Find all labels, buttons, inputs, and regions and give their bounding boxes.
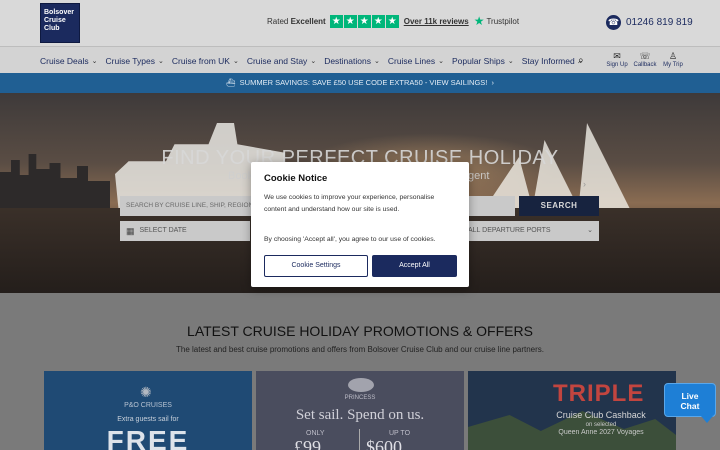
dialog-text: We use cookies to improve your experienc…	[264, 194, 435, 213]
nav-item-cruise-and-stay[interactable]: Cruise and Stay ⌄	[247, 56, 316, 66]
chevron-down-icon: ⌄	[438, 58, 444, 65]
search-icon[interactable]: ⌕	[578, 55, 584, 66]
select-date-field[interactable]: ▦ SELECT DATE	[120, 221, 250, 241]
nav-item-cruise-lines[interactable]: Cruise Lines ⌄	[388, 56, 444, 66]
chevron-down-icon: ⌄	[91, 58, 98, 65]
promo-card-princess[interactable]: PRINCESS Set sail. Spend on us. ONLY UP …	[256, 371, 464, 450]
promo-banner[interactable]: ⛴ SUMMER SAVINGS: SAVE £50 USE CODE EXTR…	[0, 73, 720, 93]
nav-item-destinations[interactable]: Destinations ⌄	[324, 56, 380, 66]
accept-all-button[interactable]: Accept All	[372, 255, 457, 277]
section-subtitle: The latest and best cruise promotions an…	[175, 345, 545, 354]
site-logo[interactable]: Bolsover Cruise Club	[40, 3, 80, 43]
nav-item-cruise-types[interactable]: Cruise Types ⌄	[106, 56, 164, 66]
logo-text: Bolsover Cruise Club	[44, 9, 74, 32]
site-header: Bolsover Cruise Club Rated Excellent ★ ★…	[0, 0, 720, 46]
star-icon: ★	[329, 14, 343, 28]
dialog-title: Cookie Notice	[264, 173, 328, 184]
promotions-section: LATEST CRUISE HOLIDAY PROMOTIONS & OFFER…	[0, 293, 720, 450]
phone-link[interactable]: ☎ 01246 819 819	[606, 15, 693, 30]
chevron-down-icon: ⌄	[373, 58, 380, 65]
promo-card-po-cruises[interactable]: ✺ P&O CRUISES Extra guests sail for FREE	[44, 371, 252, 450]
card-price-2: $600	[366, 437, 402, 450]
nav-utility-icons: ✉ Sign Up ☏ Callback ♙ My Trip	[604, 50, 688, 68]
card-subheadline: Cruise Club Cashback	[556, 410, 646, 420]
trustpilot-rating[interactable]: Rated Excellent ★ ★ ★ ★ ★ Over 11k revie…	[267, 14, 519, 28]
nav-item-popular-ships[interactable]: Popular Ships ⌄	[452, 56, 514, 66]
star-icon: ★	[343, 14, 357, 28]
hero-next-arrow-icon[interactable]: ›	[583, 179, 586, 189]
card-label-only: ONLY	[306, 430, 325, 437]
rating-label: Rated Excellent	[267, 16, 326, 26]
nav-item-cruise-from-uk[interactable]: Cruise from UK ⌄	[172, 56, 239, 66]
envelope-icon: ✉	[613, 51, 621, 61]
user-icon: ♙	[668, 51, 678, 61]
card-label-upto: UP TO	[389, 430, 411, 437]
phone-number: 01246 819 819	[626, 17, 693, 28]
promo-card-cunard[interactable]: TRIPLE Cruise Club Cashback on selected …	[468, 371, 676, 450]
sign-up-link[interactable]: ✉ Sign Up	[604, 50, 630, 68]
chat-icon: ☏	[639, 51, 651, 61]
chevron-down-icon: ⌄	[587, 227, 593, 234]
chevron-right-icon: ›	[491, 78, 495, 87]
ship-icon: ⛴	[225, 78, 236, 87]
calendar-icon: ▦	[126, 226, 135, 236]
card-divider	[359, 429, 360, 450]
po-logo-icon: ✺	[140, 384, 152, 400]
star-icon: ★	[385, 14, 399, 28]
card-text: Queen Anne 2027 Voyages	[558, 429, 644, 436]
cookie-settings-button[interactable]: Cookie Settings	[264, 255, 368, 277]
rating-stars: ★ ★ ★ ★ ★	[329, 14, 400, 28]
card-headline: Set sail. Spend on us.	[295, 407, 425, 423]
trustpilot-label: Trustpilot	[486, 16, 520, 26]
princess-logo-icon	[348, 378, 374, 392]
star-icon: ★	[371, 14, 385, 28]
card-text: Extra guests sail for	[117, 416, 179, 423]
promo-banner-text: SUMMER SAVINGS: SAVE £50 USE CODE EXTRA5…	[239, 78, 488, 87]
main-navigation: Cruise Deals ⌄ Cruise Types ⌄ Cruise from …	[0, 46, 720, 73]
card-brand: PRINCESS	[344, 395, 376, 401]
card-headline: TRIPLE	[553, 380, 645, 407]
my-trip-link[interactable]: ♙ My Trip	[660, 50, 686, 68]
cookie-notice-dialog: Cookie Notice We use cookies to improve …	[251, 162, 469, 287]
card-text: on selected	[585, 422, 617, 428]
card-price-1: £99	[294, 437, 321, 450]
star-icon: ★	[357, 14, 371, 28]
card-headline: FREE	[106, 425, 190, 450]
nav-item-cruise-deals[interactable]: Cruise Deals ⌄	[40, 56, 98, 66]
chevron-down-icon: ⌄	[232, 58, 239, 65]
chevron-down-icon: ⌄	[157, 58, 164, 65]
live-chat-button[interactable]: Live Chat	[664, 383, 716, 423]
card-brand: P&O CRUISES	[124, 402, 172, 409]
trustpilot-star-icon: ★	[473, 14, 485, 28]
section-title: LATEST CRUISE HOLIDAY PROMOTIONS & OFFER…	[187, 323, 533, 339]
nav-menu: Cruise Deals ⌄ Cruise Types ⌄ Cruise from …	[40, 56, 592, 66]
chevron-down-icon: ⌄	[507, 58, 514, 65]
nav-item-stay-informed[interactable]: Stay Informed ⌄	[522, 56, 584, 66]
phone-icon: ☎	[606, 15, 621, 30]
callback-link[interactable]: ☏ Callback	[632, 50, 658, 68]
chevron-down-icon: ⌄	[310, 58, 317, 65]
departure-ports-select[interactable]: ALL DEPARTURE PORTS ⌄	[460, 221, 599, 241]
reviews-link[interactable]: Over 11k reviews	[404, 17, 469, 26]
dialog-consent-text: By choosing 'Accept all', you agree to o…	[264, 236, 436, 243]
search-button[interactable]: SEARCH	[519, 196, 599, 216]
